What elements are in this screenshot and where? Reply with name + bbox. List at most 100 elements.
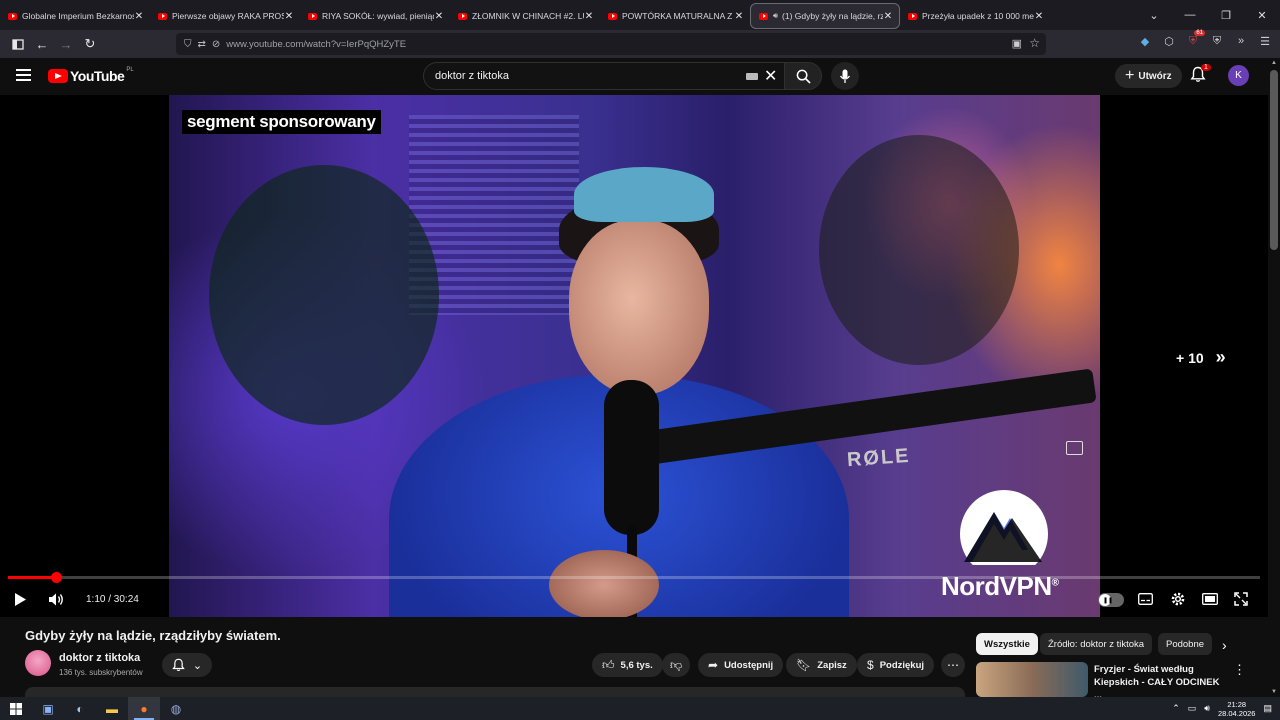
vpn-extension-icon[interactable]: ◆ bbox=[1136, 32, 1154, 50]
subscriber-count: 136 tys. subskrybentów bbox=[59, 668, 143, 677]
share-button[interactable]: ➦ Udostępnij bbox=[698, 653, 784, 677]
tray-overflow-icon[interactable]: ⌃ bbox=[1172, 703, 1180, 714]
dislike-button[interactable]: 👎︎ bbox=[662, 653, 691, 677]
youtube-logo[interactable]: YouTube PL bbox=[48, 67, 134, 84]
tracking-icon[interactable]: ⊘ bbox=[212, 39, 220, 50]
extensions-area: ◆ ⬡ ⛨ 61 ⛨ » ☰ bbox=[1136, 30, 1274, 50]
steam-icon[interactable]: ◐ bbox=[64, 697, 96, 720]
tab-label[interactable]: ZŁOMNIK W CHINACH #2. LUKSUS bbox=[472, 11, 584, 21]
network-icon[interactable]: ▭ bbox=[1188, 703, 1197, 714]
video-player[interactable]: RØLE segment sponsorowany + 10 » NordVPN… bbox=[0, 95, 1268, 617]
sidebar-toggle-icon[interactable] bbox=[6, 32, 30, 56]
extensions-icon[interactable]: ⬡ bbox=[1160, 32, 1178, 50]
chevron-right-icon[interactable]: › bbox=[1222, 637, 1227, 653]
progress-bar[interactable] bbox=[8, 572, 1260, 583]
tab-close-icon[interactable]: ✕ bbox=[584, 11, 594, 22]
subtitles-button[interactable] bbox=[1138, 593, 1153, 605]
page-scrollbar[interactable]: ▲ ▼ bbox=[1268, 58, 1280, 697]
keyboard-icon[interactable] bbox=[746, 73, 758, 80]
subscription-bell-button[interactable]: ⌄ bbox=[162, 653, 212, 677]
browser-tab[interactable]: Pierwsze objawy RAKA PROSTATY✕ bbox=[150, 3, 300, 29]
autoplay-toggle[interactable]: ❚❚ bbox=[1098, 593, 1124, 607]
theater-mode-button[interactable] bbox=[1202, 593, 1218, 605]
search-value[interactable]: doktor z tiktoka bbox=[435, 70, 509, 82]
tab-label[interactable]: RIYA SOKÓŁ: wywiad, pieniądze bbox=[322, 11, 434, 21]
recommendation-menu-icon[interactable]: ⋮ bbox=[1233, 662, 1246, 678]
tab-label[interactable]: POWTÓRKA MATURALNA Z POLSKIEGO bbox=[622, 11, 734, 21]
channel-name[interactable]: doktor z tiktoka bbox=[59, 652, 140, 664]
minimize-button[interactable]: — bbox=[1172, 9, 1208, 21]
shield-icon[interactable]: ⛉ bbox=[184, 39, 192, 50]
create-button[interactable]: + Utwórz bbox=[1115, 64, 1182, 88]
address-bar[interactable]: ⛉ ⇄ ⊘ www.youtube.com/watch?v=IerPqQHZyT… bbox=[176, 33, 1046, 55]
notification-center-icon[interactable]: ▤ bbox=[1263, 703, 1272, 714]
tab-close-icon[interactable]: ✕ bbox=[134, 11, 144, 22]
app-icon[interactable]: ◍ bbox=[160, 697, 192, 720]
ublock-extension-icon[interactable]: ⛨ 61 bbox=[1184, 30, 1205, 50]
clear-search-icon[interactable]: ✕ bbox=[764, 66, 777, 86]
url-text[interactable]: www.youtube.com/watch?v=IerPqQHZyTE bbox=[226, 39, 406, 50]
save-button[interactable]: 🔖︎ Zapisz bbox=[786, 653, 857, 677]
browser-tab[interactable]: POWTÓRKA MATURALNA Z POLSKIEGO✕ bbox=[600, 3, 750, 29]
reader-view-icon[interactable]: ▣ bbox=[1012, 37, 1022, 50]
system-clock[interactable]: 21:28 28.04.2026 bbox=[1218, 700, 1256, 718]
search-button[interactable] bbox=[784, 62, 822, 90]
restore-button[interactable]: ❐ bbox=[1208, 9, 1244, 22]
tab-label[interactable]: Pierwsze objawy RAKA PROSTATY bbox=[172, 11, 284, 21]
tab-close-icon[interactable]: ✕ bbox=[734, 11, 744, 22]
chip-all[interactable]: Wszystkie bbox=[976, 633, 1038, 655]
chip-related[interactable]: Podobne bbox=[1158, 633, 1213, 655]
tab-list-dropdown-icon[interactable]: ⌄ bbox=[1136, 9, 1172, 22]
channel-avatar[interactable] bbox=[25, 650, 51, 676]
create-label: Utwórz bbox=[1138, 70, 1172, 82]
app-menu-icon[interactable]: ☰ bbox=[1256, 32, 1274, 50]
menu-icon[interactable] bbox=[16, 69, 31, 81]
search-input[interactable]: doktor z tiktoka ✕ bbox=[423, 62, 785, 90]
mute-button[interactable] bbox=[48, 592, 65, 607]
tab-label[interactable]: (1) Gdyby żyły na lądzie, rządziłyby bbox=[782, 11, 883, 21]
scroll-down-icon[interactable]: ▼ bbox=[1271, 689, 1277, 695]
firefox-icon[interactable]: ● bbox=[128, 697, 160, 720]
windows-start-icon[interactable] bbox=[0, 697, 32, 720]
overflow-chevron-icon[interactable]: » bbox=[1232, 32, 1250, 50]
play-button[interactable] bbox=[14, 592, 27, 607]
permissions-icon[interactable]: ⇄ bbox=[198, 39, 206, 50]
browser-tab[interactable]: ZŁOMNIK W CHINACH #2. LUKSUS✕ bbox=[450, 3, 600, 29]
tab-label[interactable]: Przeżyła upadek z 10 000 metrów bbox=[922, 11, 1034, 21]
account-avatar[interactable]: K bbox=[1228, 65, 1249, 86]
tab-audio-icon[interactable]: 🔊︎ bbox=[773, 11, 778, 21]
bookmark-star-icon[interactable]: ☆ bbox=[1029, 36, 1040, 50]
tab-close-icon[interactable]: ✕ bbox=[1034, 11, 1044, 22]
browser-tab[interactable]: Przeżyła upadek z 10 000 metrów✕ bbox=[900, 3, 1050, 29]
tab-label[interactable]: Globalne Imperium Bezkarności bbox=[22, 11, 134, 21]
browser-tab[interactable]: RIYA SOKÓŁ: wywiad, pieniądze ✕ bbox=[300, 3, 450, 29]
scroll-thumb[interactable] bbox=[1270, 70, 1278, 250]
chip-from-channel[interactable]: Źródło: doktor z tiktoka bbox=[1040, 633, 1153, 655]
scroll-up-icon[interactable]: ▲ bbox=[1271, 60, 1277, 66]
forward-button[interactable]: → bbox=[54, 32, 78, 56]
thanks-button[interactable]: $ Podziękuj bbox=[857, 653, 935, 677]
close-window-button[interactable]: ✕ bbox=[1244, 9, 1280, 22]
tab-close-icon[interactable]: ✕ bbox=[284, 11, 294, 22]
fullscreen-button[interactable] bbox=[1234, 592, 1248, 606]
volume-tray-icon[interactable]: 🔊︎ bbox=[1204, 703, 1210, 714]
description-box[interactable] bbox=[25, 687, 965, 697]
tab-close-icon[interactable]: ✕ bbox=[434, 11, 444, 22]
more-actions-button[interactable]: ⋯ bbox=[941, 653, 965, 677]
recommendation-thumbnail[interactable] bbox=[976, 662, 1088, 697]
progress-scrubber[interactable] bbox=[51, 572, 62, 583]
back-button[interactable]: ← bbox=[30, 32, 54, 56]
voice-search-button[interactable] bbox=[831, 62, 859, 90]
monitor-app-icon[interactable]: ▣ bbox=[32, 697, 64, 720]
reload-button[interactable]: ↻ bbox=[78, 32, 102, 56]
picture-in-picture-icon[interactable] bbox=[1066, 441, 1083, 455]
youtube-favicon-icon bbox=[908, 12, 917, 20]
browser-tab[interactable]: Globalne Imperium Bezkarności ✕ bbox=[0, 3, 150, 29]
privacy-extension-icon[interactable]: ⛨ bbox=[1208, 32, 1226, 50]
browser-tab[interactable]: 🔊︎ (1) Gdyby żyły na lądzie, rządziłyby✕ bbox=[750, 3, 900, 29]
file-explorer-icon[interactable]: ▬ bbox=[96, 697, 128, 720]
skip-forward-button[interactable]: + 10 » bbox=[1176, 347, 1226, 368]
settings-button[interactable]: HD bbox=[1170, 591, 1186, 607]
like-button[interactable]: 👍︎ 5,6 tys. bbox=[592, 653, 663, 677]
tab-close-icon[interactable]: ✕ bbox=[883, 11, 893, 22]
